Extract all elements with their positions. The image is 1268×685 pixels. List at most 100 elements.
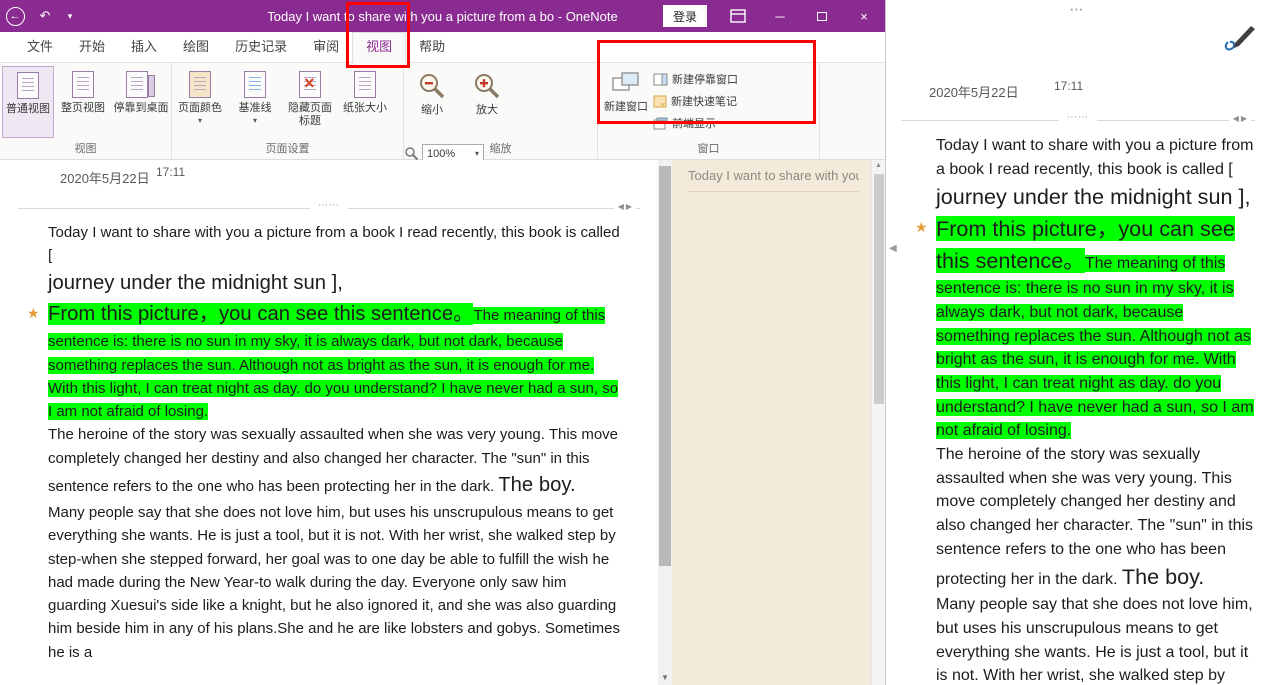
text-run: Today I want to share with you a picture… bbox=[936, 137, 1254, 178]
ribbon-group-zoom: 缩小 放大 100% ▾ 100% bbox=[404, 63, 598, 207]
page-time: 17:11 bbox=[1054, 79, 1084, 93]
note-paragraph-intro[interactable]: Today I want to share with you a picture… bbox=[936, 134, 1254, 181]
note-paragraph-quote[interactable]: ★ From this picture，you can see this sent… bbox=[915, 213, 1254, 443]
minimize-button[interactable]: ─ bbox=[759, 0, 801, 32]
page-color-icon bbox=[189, 71, 211, 98]
full-page-view-icon bbox=[72, 71, 94, 98]
button-label: 新建窗口 bbox=[604, 101, 648, 113]
back-button[interactable]: ← bbox=[0, 0, 30, 32]
docked-window-title: Today I want to share with you a bbox=[688, 168, 859, 192]
note-resize-arrows[interactable]: ◀ ▶ bbox=[1228, 114, 1251, 123]
tab-insert[interactable]: 插入 bbox=[118, 32, 170, 62]
normal-view-icon bbox=[17, 72, 39, 99]
button-label: 放大 bbox=[476, 104, 498, 116]
vertical-scrollbar[interactable]: ▼ bbox=[658, 160, 672, 685]
group-label-view: 视图 bbox=[74, 143, 97, 155]
text-run: The heroine of the story was sexually as… bbox=[936, 445, 1254, 589]
scroll-up-arrow-icon[interactable]: ▲ bbox=[872, 162, 885, 169]
keep-on-top-icon bbox=[653, 117, 668, 129]
pen-ink-icon bbox=[1224, 26, 1255, 51]
new-quick-note-icon bbox=[653, 95, 667, 108]
text-run: Many people say that she does not love h… bbox=[936, 596, 1253, 685]
maximize-button[interactable] bbox=[801, 0, 843, 32]
rule-lines-icon bbox=[244, 71, 266, 98]
dock-to-desktop-button[interactable]: 停靠到桌面 bbox=[112, 66, 170, 138]
signin-button[interactable]: 登录 bbox=[663, 5, 707, 27]
button-label: 缩小 bbox=[421, 104, 443, 116]
tab-home[interactable]: 开始 bbox=[66, 32, 118, 62]
note-paragraph-intro[interactable]: Today I want to share with you a picture… bbox=[48, 221, 625, 268]
undo-button[interactable]: ↶ bbox=[30, 0, 60, 32]
hide-page-title-button[interactable]: 隐藏页面标题 bbox=[284, 66, 336, 138]
group-label-zoom: 缩放 bbox=[489, 143, 512, 155]
new-docked-window-button[interactable]: 新建停靠窗口 bbox=[653, 69, 763, 89]
onenote-main-window: ← ↶ ▾ Today I want to share with you a p… bbox=[0, 0, 885, 685]
paragraph-collapse-icon[interactable]: ◀ bbox=[889, 243, 897, 254]
note-paragraph-many-people[interactable]: Many people say that she does not love h… bbox=[936, 593, 1254, 685]
text-run: journey under the midnight sun ], bbox=[936, 184, 1251, 210]
window-menu-dots-icon[interactable]: ⋯ bbox=[1070, 1, 1085, 18]
rule-lines-button[interactable]: 基准线 ▾ bbox=[229, 66, 281, 138]
arrow-left-icon: ◀ bbox=[1232, 114, 1239, 123]
new-quick-note-button[interactable]: 新建快速笔记 bbox=[653, 91, 763, 111]
ribbon-group-page-setup: 页面颜色 ▾ 基准线 ▾ 隐藏页面标题 纸张大小 页面设置 bbox=[172, 63, 404, 159]
new-window-button[interactable]: 新建窗口 bbox=[600, 66, 652, 138]
group-label-page-setup: 页面设置 bbox=[265, 143, 310, 155]
paper-size-button[interactable]: 纸张大小 bbox=[339, 66, 391, 138]
tab-review[interactable]: 审阅 bbox=[300, 32, 352, 62]
dock-to-desktop-icon bbox=[126, 71, 155, 98]
ribbon-display-icon bbox=[730, 9, 746, 23]
tab-file[interactable]: 文件 bbox=[14, 32, 66, 62]
quick-access-dropdown[interactable]: ▾ bbox=[60, 0, 80, 32]
button-label: 新建停靠窗口 bbox=[672, 74, 738, 86]
pen-icon[interactable] bbox=[1222, 22, 1258, 59]
zoom-out-icon bbox=[420, 74, 445, 99]
docked-window-panel[interactable]: Today I want to share with you a ▲ bbox=[672, 160, 885, 685]
text-run: The boy. bbox=[498, 473, 576, 496]
ribbon-group-view: 普通视图 整页视图 停靠到桌面 视图 bbox=[0, 63, 172, 159]
important-tag-star-icon[interactable]: ★ bbox=[915, 217, 928, 238]
page-time: 17:11 bbox=[156, 165, 186, 179]
keep-on-top-button[interactable]: 前端显示 bbox=[653, 113, 763, 133]
page-canvas[interactable]: 2020年5月22日 17:11 ⋯⋯ ◀ ▶ Today I want to s… bbox=[0, 160, 658, 685]
zoom-in-button[interactable]: 放大 bbox=[461, 66, 513, 138]
note-drag-handle[interactable]: ⋯⋯ bbox=[310, 200, 348, 211]
normal-view-button[interactable]: 普通视图 bbox=[2, 66, 54, 138]
note-paragraph-heroine[interactable]: The heroine of the story was sexually as… bbox=[48, 423, 625, 501]
note-paragraph-quote[interactable]: ★ From this picture，you can see this sent… bbox=[27, 299, 625, 423]
note-container[interactable]: ⋯⋯ ◀ ▶ Today I want to share with you a p… bbox=[901, 112, 1255, 685]
text-run: journey under the midnight sun ], bbox=[48, 271, 343, 294]
tab-draw[interactable]: 绘图 bbox=[170, 32, 222, 62]
onenote-secondary-window: ⋯ 2020年5月22日 17:11 ◀ ⋯⋯ ◀ ▶ Today I want … bbox=[885, 0, 1268, 685]
desktop: ← ↶ ▾ Today I want to share with you a p… bbox=[0, 0, 1268, 685]
tab-history[interactable]: 历史记录 bbox=[222, 32, 300, 62]
zoom-out-button[interactable]: 缩小 bbox=[406, 66, 458, 138]
titlebar-controls: 登录 ─ × bbox=[663, 0, 885, 32]
important-tag-star-icon[interactable]: ★ bbox=[27, 303, 40, 325]
scrollbar-thumb[interactable] bbox=[874, 174, 884, 404]
note-container[interactable]: ⋯⋯ ◀ ▶ Today I want to share with you a p… bbox=[18, 200, 640, 685]
docked-scrollbar[interactable]: ▲ bbox=[871, 160, 885, 685]
text-run: The meaning of this sentence is: there i… bbox=[936, 255, 1254, 440]
note-paragraph-heroine[interactable]: The heroine of the story was sexually as… bbox=[936, 443, 1254, 593]
arrow-right-icon: ▶ bbox=[1240, 114, 1247, 123]
scrollbar-thumb[interactable] bbox=[659, 166, 671, 566]
page-color-button[interactable]: 页面颜色 ▾ bbox=[174, 66, 226, 138]
arrow-right-icon: ▶ bbox=[625, 202, 632, 211]
zoom-in-icon bbox=[475, 74, 500, 99]
tab-help[interactable]: 帮助 bbox=[406, 32, 458, 62]
scroll-down-arrow-icon[interactable]: ▼ bbox=[658, 673, 672, 682]
tab-view[interactable]: 视图 bbox=[352, 32, 407, 63]
button-label: 普通视图 bbox=[6, 103, 50, 115]
close-button[interactable]: × bbox=[843, 0, 885, 32]
note-paragraph-many-people[interactable]: Many people say that she does not love h… bbox=[48, 501, 625, 664]
note-resize-arrows[interactable]: ◀ ▶ bbox=[613, 202, 636, 211]
note-drag-handle[interactable]: ⋯⋯ bbox=[1059, 112, 1097, 123]
note-body: Today I want to share with you a picture… bbox=[915, 134, 1254, 685]
note-paragraph-book-title[interactable]: journey under the midnight sun ], bbox=[936, 181, 1254, 213]
note-paragraph-book-title[interactable]: journey under the midnight sun ], bbox=[48, 268, 625, 299]
new-docked-window-icon bbox=[653, 73, 668, 85]
full-page-view-button[interactable]: 整页视图 bbox=[57, 66, 109, 138]
ribbon-group-window: 新建窗口 新建停靠窗口 新建快速笔记 前端显示 窗口 bbox=[598, 63, 820, 159]
ribbon-display-options-button[interactable] bbox=[717, 0, 759, 32]
